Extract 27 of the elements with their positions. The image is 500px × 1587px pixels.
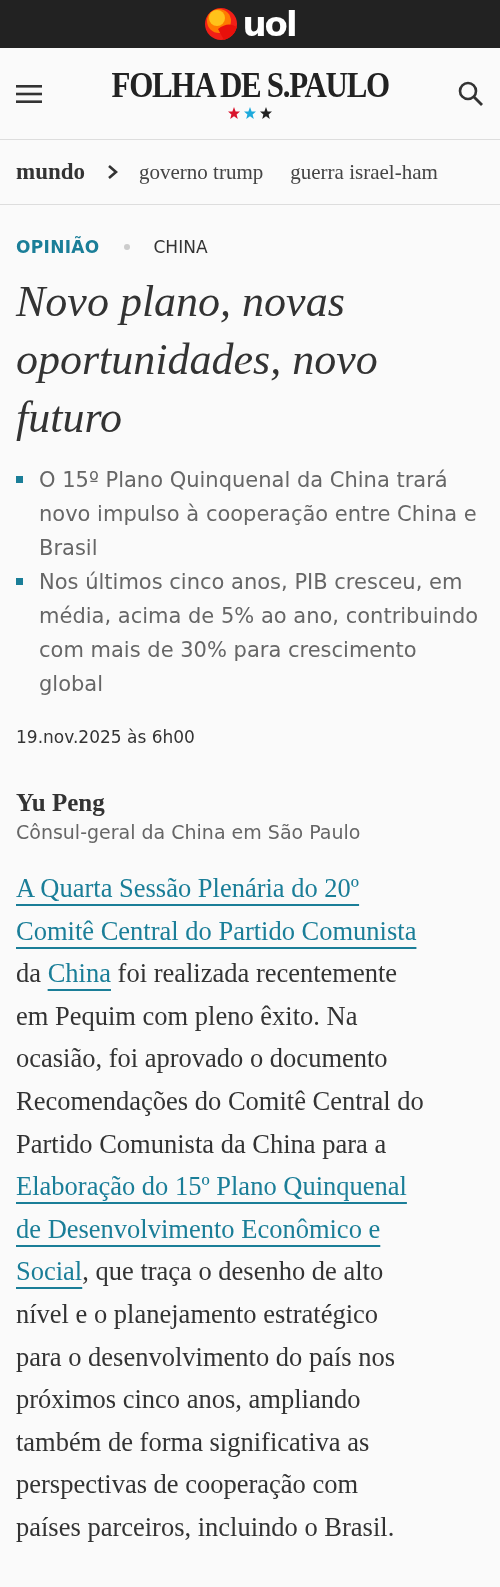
stars-icon [228, 107, 272, 120]
highlight-text: Nos últimos cinco anos, PIB cresceu, em média, acima de 5% ao ano, contribuindo com mais de 30% para crescimento global [39, 569, 480, 698]
topic-label[interactable]: CHINA [153, 237, 208, 257]
author-name: Yu Peng [16, 789, 106, 817]
search-icon[interactable] [458, 80, 484, 107]
bullet-icon [16, 578, 23, 585]
logo-icon [204, 7, 239, 41]
menu-icon[interactable] [16, 83, 42, 104]
article-link[interactable]: de Desenvolvimento Econômico e [16, 1213, 381, 1244]
section-link[interactable]: mundo [16, 159, 86, 185]
highlight-text: O 15º Plano Quinquenal da China trará novo impulso à cooperação entre China e Brasil [39, 467, 478, 562]
newspaper-logo[interactable]: FOLHA DE S.PAULO [111, 67, 389, 103]
chevron-icon [107, 164, 120, 180]
section-label[interactable]: OPINIÃO [16, 237, 100, 257]
article-link[interactable]: Comitê Central do Partido Comunista [16, 915, 417, 946]
logo-text[interactable]: uol [242, 7, 296, 41]
article-paragraph: A Quarta Sessão Plenária do 20º Comitê Central do Partido Comunista da China foi realizada recentemente em Pequim com pleno êxito. Na ocasião, foi aprovado o documento Recomendações do Comitê Central do Partido Comunista da China para a Elaboração do 15º Plano Quinquenal de Desenvolvimento Econômico e Social, que traça o desenho de alto nível e o planejamento estratégico para o desenvolvimento do país nos próximos cinco anos, ampliando também de forma significativa as perspectivas de cooperação com países parceiros, incluindo o Brasil. [16, 872, 425, 1544]
bullet-icon [16, 476, 23, 483]
topic-link[interactable]: governo trump [139, 159, 264, 185]
topic-link[interactable]: guerra israel-ham [290, 159, 438, 185]
publish-date: 19.nov.2025 às 6h00 [16, 727, 196, 747]
author-role: Cônsul-geral da China em São Paulo [16, 821, 362, 843]
article-link[interactable]: China [47, 958, 111, 989]
article-link[interactable]: Social [16, 1256, 83, 1287]
headline: Novo plano, novas oportunidades, novo futuro [16, 276, 379, 444]
article-link[interactable]: A Quarta Sessão Plenária do 20º [16, 873, 360, 903]
article-link[interactable]: Elaboração do 15º Plano Quinquenal [16, 1171, 407, 1202]
